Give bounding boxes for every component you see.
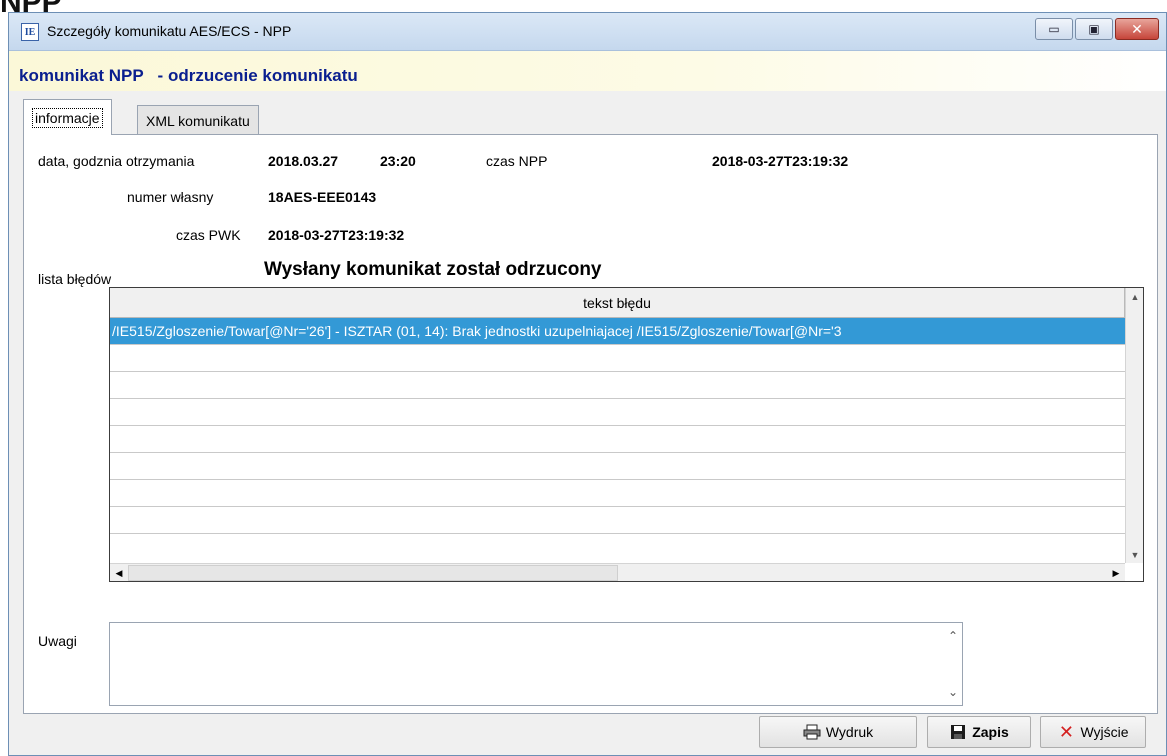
horizontal-scroll-thumb[interactable] xyxy=(128,565,618,581)
table-row[interactable] xyxy=(110,372,1125,399)
close-icon: ✕ xyxy=(1131,20,1143,37)
save-button-label: Zapis xyxy=(972,724,1009,740)
scroll-up-icon[interactable]: ⌃ xyxy=(944,627,962,645)
window-title: Szczegóły komunikatu AES/ECS - NPP xyxy=(47,23,292,39)
pwk-time-value: 2018-03-27T23:19:32 xyxy=(268,227,405,243)
dialog-window: IE Szczegóły komunikatu AES/ECS - NPP ▭ … xyxy=(8,12,1167,756)
tab-label: XML komunikatu xyxy=(146,112,250,129)
table-row[interactable]: /IE515/Zgloszenie/Towar[@Nr='26'] - ISZT… xyxy=(110,318,1125,345)
error-rows: /IE515/Zgloszenie/Towar[@Nr='26'] - ISZT… xyxy=(110,318,1125,550)
exit-button[interactable]: ✕ Wyjście xyxy=(1040,716,1146,748)
pwk-time-label: czas PWK xyxy=(176,227,241,243)
tab-label: informacje xyxy=(32,107,103,128)
own-number-label: numer własny xyxy=(127,189,214,205)
npp-time-label: czas NPP xyxy=(486,153,548,169)
scroll-left-icon[interactable]: ◀ xyxy=(110,564,128,581)
scrollbar-corner xyxy=(1125,563,1143,581)
received-time: 23:20 xyxy=(380,153,416,169)
own-number-value: 18AES-EEE0143 xyxy=(268,189,377,205)
window-controls: ▭ ▣ ✕ xyxy=(1035,18,1159,40)
scroll-down-icon[interactable]: ▼ xyxy=(1126,546,1143,564)
scroll-up-icon[interactable]: ▲ xyxy=(1126,288,1143,306)
close-x-icon: ✕ xyxy=(1058,721,1074,742)
header-band: komunikat NPP - odrzucenie komunikatu xyxy=(9,51,1166,91)
print-button-label: Wydruk xyxy=(825,724,874,740)
app-icon: IE xyxy=(21,23,39,41)
exit-button-label: Wyjście xyxy=(1080,724,1129,740)
error-grid-vertical-scrollbar[interactable]: ▲ ▼ xyxy=(1125,288,1143,564)
error-grid-horizontal-scrollbar[interactable]: ◀ ▶ xyxy=(110,563,1125,581)
minimize-button[interactable]: ▭ xyxy=(1035,18,1073,40)
error-grid[interactable]: tekst błędu /IE515/Zgloszenie/Towar[@Nr=… xyxy=(109,287,1144,582)
table-row[interactable] xyxy=(110,399,1125,426)
printer-icon xyxy=(803,724,821,740)
close-window-button[interactable]: ✕ xyxy=(1115,18,1159,40)
notes-textarea[interactable]: ⌃ ⌄ xyxy=(109,622,963,706)
error-column-header[interactable]: tekst błędu xyxy=(110,288,1125,318)
print-button[interactable]: Wydruk xyxy=(759,716,917,748)
table-row[interactable] xyxy=(110,507,1125,534)
scroll-right-icon[interactable]: ▶ xyxy=(1107,564,1125,581)
maximize-button[interactable]: ▣ xyxy=(1075,18,1113,40)
npp-time-value: 2018-03-27T23:19:32 xyxy=(712,153,849,169)
notes-label: Uwagi xyxy=(38,633,77,649)
table-row[interactable] xyxy=(110,453,1125,480)
restore-icon: ▣ xyxy=(1088,22,1100,36)
floppy-icon xyxy=(949,724,967,740)
save-button[interactable]: Zapis xyxy=(927,716,1031,748)
title-bar[interactable]: IE Szczegóły komunikatu AES/ECS - NPP ▭ … xyxy=(9,13,1166,51)
table-row[interactable] xyxy=(110,534,1125,550)
table-row[interactable] xyxy=(110,480,1125,507)
info-tab-panel: data, godznia otrzymania 2018.03.27 23:2… xyxy=(23,134,1158,714)
minimize-icon: ▭ xyxy=(1048,22,1060,36)
received-label: data, godznia otrzymania xyxy=(38,153,195,169)
notes-scrollbar[interactable]: ⌃ ⌄ xyxy=(944,623,962,705)
tab-xml-komunikatu[interactable]: XML komunikatu xyxy=(137,105,259,135)
tab-informacje[interactable]: informacje xyxy=(23,99,112,135)
rejection-status-message: Wysłany komunikat został odrzucony xyxy=(264,259,602,280)
error-list-label: lista błędów xyxy=(38,271,112,287)
scroll-down-icon[interactable]: ⌄ xyxy=(944,683,962,701)
table-row[interactable] xyxy=(110,345,1125,372)
table-row[interactable] xyxy=(110,426,1125,453)
received-date: 2018.03.27 xyxy=(268,153,339,169)
message-header-title: komunikat NPP - odrzucenie komunikatu xyxy=(19,66,358,85)
